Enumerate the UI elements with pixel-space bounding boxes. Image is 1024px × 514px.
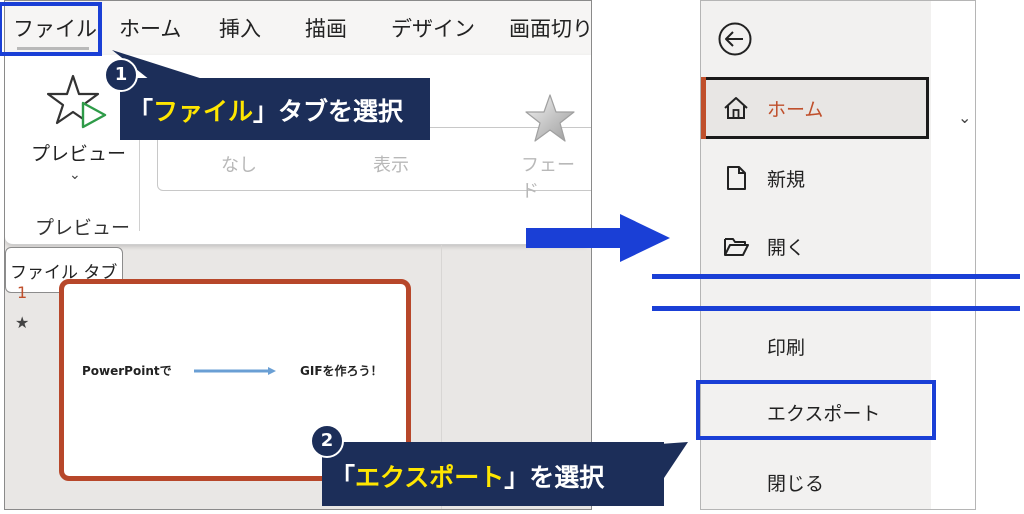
backstage-nav-new[interactable]: 新規 [701, 147, 931, 209]
step1-callout: 「ファイル」タブを選択 [120, 78, 430, 140]
omission-line-bottom [652, 306, 1020, 311]
preview-button-label[interactable]: プレビュー [31, 139, 126, 166]
nav-home-label: ホーム [767, 99, 824, 121]
open-folder-icon [724, 238, 749, 256]
nav-print-label: 印刷 [767, 337, 806, 359]
slide-arrow-icon [194, 367, 276, 375]
step2-badge: 2 [310, 424, 344, 458]
preview-star-icon[interactable] [47, 73, 109, 133]
big-right-arrow-icon [526, 214, 670, 262]
effect-fade-label[interactable]: フェード [521, 151, 591, 203]
backstage-nav-open[interactable]: 開く [701, 215, 931, 277]
omission-line-top [652, 274, 1020, 279]
step2-open-bracket: 「 [330, 463, 356, 492]
nav-open-label: 開く [767, 237, 806, 259]
backstage-content-edge [931, 1, 975, 509]
file-tab-highlight-box [0, 2, 102, 56]
chevron-down-icon[interactable]: ⌄ [69, 167, 81, 183]
tab-design[interactable]: デザイン [391, 13, 475, 43]
selected-accent-bar [701, 77, 706, 139]
back-arrow-icon[interactable] [717, 21, 753, 57]
effect-none-label[interactable]: なし [221, 151, 257, 177]
step2-highlight-text: エクスポート [355, 463, 505, 492]
nav-close-label: 閉じる [767, 473, 825, 495]
step1-open-bracket: 「 [128, 97, 154, 126]
step2-text: 」を選択 [504, 463, 605, 492]
tab-draw[interactable]: 描画 [305, 13, 347, 43]
step1-highlight-text: ファイル [153, 97, 254, 126]
step1-badge: 1 [104, 58, 138, 92]
effect-appear-label[interactable]: 表示 [373, 151, 409, 177]
export-highlight-box [696, 380, 936, 440]
backstage-nav-home[interactable]: ホーム [701, 77, 929, 139]
tab-transitions[interactable]: 画面切り [509, 13, 591, 43]
backstage-nav-close[interactable]: 閉じる [701, 451, 931, 509]
slide-text-left: PowerPointで [82, 364, 172, 378]
slide-text-right: GIFを作ろう！ [300, 364, 383, 378]
slide-number: 1 [17, 283, 28, 302]
powerpoint-window: ファイル ホーム 挿入 描画 デザイン 画面切り プレビュー ⌄ プレビュー な… [4, 0, 592, 510]
home-icon [724, 97, 748, 119]
tab-insert[interactable]: 挿入 [219, 13, 261, 43]
preview-group-label: プレビュー [35, 217, 131, 239]
nav-new-label: 新規 [767, 169, 806, 191]
step2-callout: 「エクスポート」を選択 [322, 442, 664, 506]
tab-home[interactable]: ホーム [119, 13, 181, 43]
step1-text: 」タブを選択 [253, 97, 404, 126]
new-document-icon [727, 166, 746, 190]
chevron-down-icon[interactable]: ⌄ [958, 108, 971, 127]
backstage-nav-print[interactable]: 印刷 [701, 315, 931, 377]
fade-effect-star-icon[interactable] [523, 93, 577, 145]
animation-star-icon: ★ [15, 313, 30, 332]
